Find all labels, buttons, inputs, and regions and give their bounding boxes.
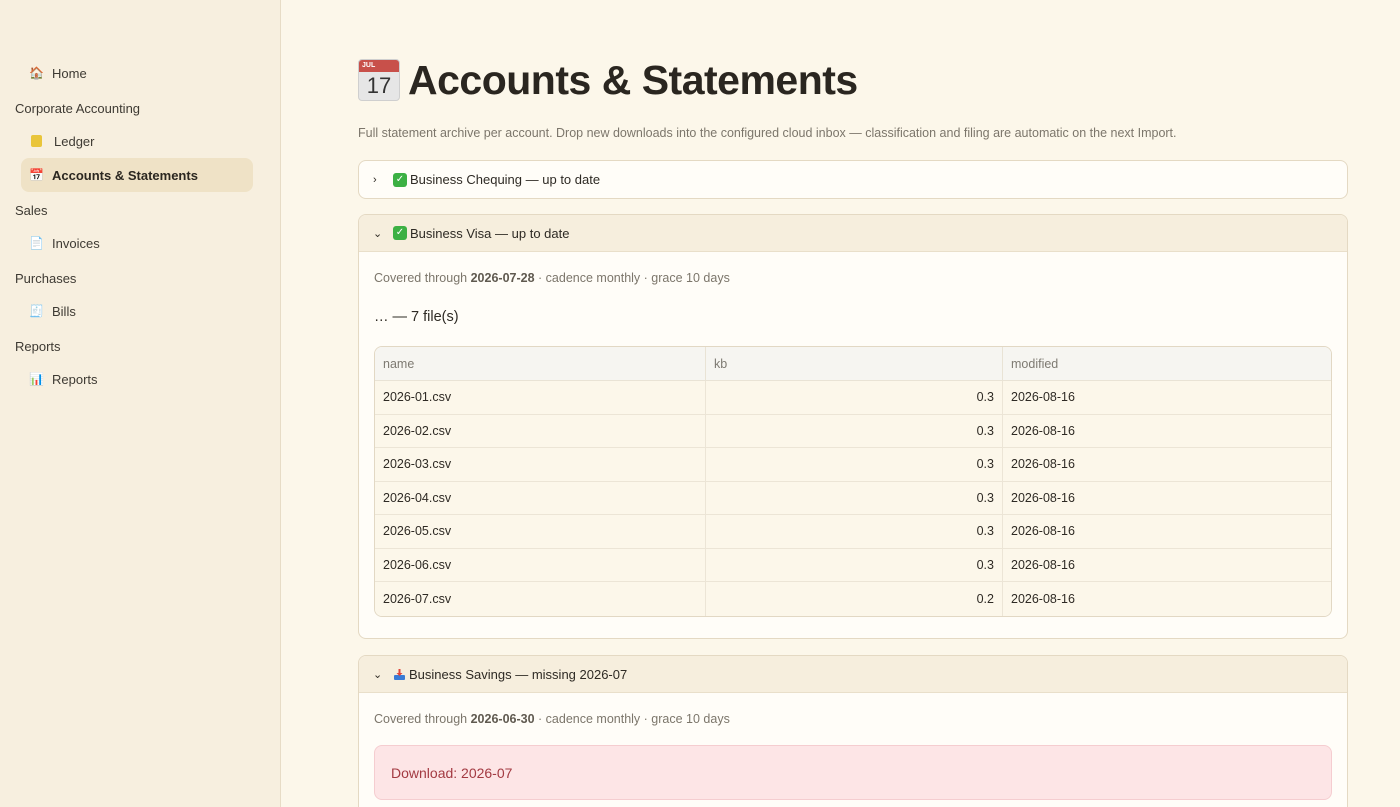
coverage-date: 2026-07-28: [470, 271, 535, 285]
cell-modified[interactable]: 2026-08-16: [1003, 448, 1331, 482]
chevron-down-icon: ⌄: [373, 227, 383, 240]
sidebar-item-label: Invoices: [52, 235, 100, 251]
page-subtitle: Full statement archive per account. Drop…: [358, 126, 1177, 140]
cell-kb[interactable]: 0.3: [706, 548, 1003, 582]
expander-label: Business Visa — up to date: [410, 225, 570, 241]
sidebar-item-ledger[interactable]: Ledger: [21, 124, 253, 158]
calendar-icon: 📅: [29, 168, 44, 182]
cell-name[interactable]: 2026-07.csv: [375, 582, 706, 616]
sidebar-item-label: Bills: [52, 303, 76, 319]
ledger-icon: [31, 135, 42, 147]
table-row: 2026-04.csv 0.3 2026-08-16: [375, 481, 1331, 515]
cell-name[interactable]: 2026-01.csv: [375, 381, 706, 415]
column-header-modified[interactable]: modified: [1003, 347, 1331, 381]
cell-modified[interactable]: 2026-08-16: [1003, 381, 1331, 415]
column-header-name[interactable]: name: [375, 347, 706, 381]
missing-download-alert: Download: 2026-07: [374, 745, 1332, 800]
cell-modified[interactable]: 2026-08-16: [1003, 481, 1331, 515]
cell-kb[interactable]: 0.3: [706, 515, 1003, 549]
sidebar-item-invoices[interactable]: 📄 Invoices: [21, 226, 253, 260]
sidebar-item-home[interactable]: 🏠 Home: [21, 56, 253, 90]
check-icon: ✓: [393, 172, 407, 187]
sidebar-item-label: Accounts & Statements: [52, 167, 198, 183]
column-header-kb[interactable]: kb: [706, 347, 1003, 381]
sidebar-section-corporate-accounting: Corporate Accounting: [15, 101, 141, 116]
table-row: 2026-03.csv 0.3 2026-08-16: [375, 448, 1331, 482]
sidebar-item-label: Home: [52, 65, 87, 81]
cell-modified[interactable]: 2026-08-16: [1003, 582, 1331, 616]
cell-name[interactable]: 2026-04.csv: [375, 481, 706, 515]
check-icon: ✓: [393, 226, 407, 240]
sidebar-item-reports[interactable]: 📊 Reports: [21, 362, 253, 396]
expander-label: Business Savings — missing 2026-07: [409, 666, 628, 682]
files-table: name kb modified 2026-01.csv 0.3 2026-08…: [374, 346, 1332, 617]
account-expander-business-visa: ⌄ ✓ Business Visa — up to date Covered t…: [358, 214, 1348, 639]
cell-kb[interactable]: 0.2: [706, 582, 1003, 616]
cell-name[interactable]: 2026-05.csv: [375, 515, 706, 549]
coverage-prefix: Covered through: [374, 271, 468, 285]
sidebar-item-label: Ledger: [54, 133, 95, 149]
main-content: JUL 17 Accounts & Statements Full statem…: [358, 0, 1348, 807]
cell-name[interactable]: 2026-03.csv: [375, 448, 706, 482]
cell-modified[interactable]: 2026-08-16: [1003, 414, 1331, 448]
sidebar-item-accounts-statements[interactable]: 📅 Accounts & Statements: [21, 158, 253, 192]
expander-body: Covered through 2026-06-30 · cadence mon…: [359, 709, 1347, 800]
cell-name[interactable]: 2026-06.csv: [375, 548, 706, 582]
house-icon: 🏠: [29, 66, 44, 80]
cell-kb[interactable]: 0.3: [706, 481, 1003, 515]
coverage-date: 2026-06-30: [470, 712, 535, 726]
sidebar-section-sales: Sales: [15, 203, 48, 218]
sidebar-section-reports: Reports: [15, 339, 61, 354]
expander-header[interactable]: ⌄ Business Savings — missing 2026-07: [359, 656, 1347, 693]
coverage-info: Covered through 2026-06-30 · cadence mon…: [374, 709, 1332, 729]
account-expander-business-savings: ⌄ Business Savings — missing 2026-07 Cov…: [358, 655, 1348, 807]
bar-chart-icon: 📊: [29, 372, 44, 386]
chevron-down-icon: ⌄: [373, 668, 383, 681]
coverage-prefix: Covered through: [374, 712, 468, 726]
cell-name[interactable]: 2026-02.csv: [375, 414, 706, 448]
expander-label: Business Chequing — up to date: [410, 172, 601, 187]
table-row: 2026-02.csv 0.3 2026-08-16: [375, 414, 1331, 448]
coverage-suffix: · cadence monthly · grace 10 days: [538, 712, 730, 726]
page-title: JUL 17 Accounts & Statements: [358, 54, 1348, 106]
files-heading: … — 7 file(s): [374, 309, 459, 325]
sidebar-item-label: Reports: [52, 371, 98, 387]
chevron-right-icon: ›: [373, 173, 377, 186]
table-row: 2026-05.csv 0.3 2026-08-16: [375, 515, 1331, 549]
receipt-icon: 🧾: [29, 304, 44, 318]
document-icon: 📄: [29, 236, 44, 250]
expander-header[interactable]: › ✓ Business Chequing — up to date: [359, 161, 1347, 198]
coverage-suffix: · cadence monthly · grace 10 days: [538, 271, 730, 285]
table-row: 2026-01.csv 0.3 2026-08-16: [375, 381, 1331, 415]
sidebar-item-bills[interactable]: 🧾 Bills: [21, 294, 253, 328]
coverage-info: Covered through 2026-07-28 · cadence mon…: [374, 268, 1332, 288]
calendar-icon: JUL 17: [358, 59, 400, 101]
expander-header[interactable]: ⌄ ✓ Business Visa — up to date: [359, 215, 1347, 252]
table-row: 2026-06.csv 0.3 2026-08-16: [375, 548, 1331, 582]
inbox-icon: [393, 669, 406, 681]
cell-kb[interactable]: 0.3: [706, 448, 1003, 482]
calendar-icon-month: JUL: [359, 60, 399, 72]
table-row: 2026-07.csv 0.2 2026-08-16: [375, 582, 1331, 616]
sidebar-section-purchases: Purchases: [15, 271, 77, 286]
page-heading: Accounts & Statements: [408, 56, 858, 103]
expander-body: Covered through 2026-07-28 · cadence mon…: [359, 268, 1347, 617]
alert-text: Download: 2026-07: [391, 764, 513, 781]
sidebar: 🏠 Home Corporate Accounting Ledger 📅 Acc…: [0, 0, 281, 807]
account-expander-business-chequing: › ✓ Business Chequing — up to date: [358, 160, 1348, 199]
cell-kb[interactable]: 0.3: [706, 381, 1003, 415]
cell-modified[interactable]: 2026-08-16: [1003, 548, 1331, 582]
cell-kb[interactable]: 0.3: [706, 414, 1003, 448]
cell-modified[interactable]: 2026-08-16: [1003, 515, 1331, 549]
calendar-icon-day: 17: [366, 73, 392, 98]
table-header-row: name kb modified: [375, 347, 1331, 381]
